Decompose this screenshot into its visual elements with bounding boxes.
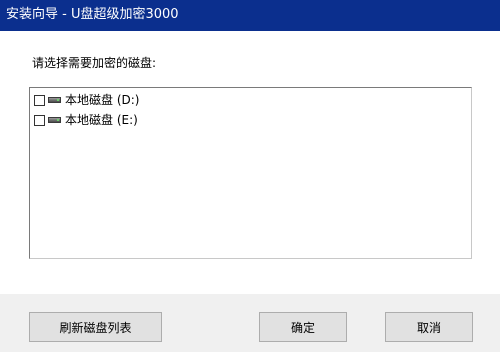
drive-item-d[interactable]: 本地磁盘 (D:) bbox=[34, 91, 139, 109]
hard-drive-icon bbox=[48, 97, 61, 103]
drive-list[interactable]: 本地磁盘 (D:) 本地磁盘 (E:) bbox=[29, 87, 472, 259]
cancel-button[interactable]: 取消 bbox=[385, 312, 473, 342]
button-bar: 刷新磁盘列表 确定 取消 bbox=[0, 294, 500, 352]
drive-label: 本地磁盘 (E:) bbox=[65, 113, 138, 127]
content-area: 请选择需要加密的磁盘: 本地磁盘 (D:) 本地磁盘 (E:) bbox=[0, 31, 500, 294]
ok-button[interactable]: 确定 bbox=[259, 312, 347, 342]
drive-d-checkbox[interactable] bbox=[34, 94, 45, 106]
drive-label: 本地磁盘 (D:) bbox=[65, 93, 140, 107]
drive-e-checkbox[interactable] bbox=[34, 114, 45, 126]
window-title: 安装向导 - U盘超级加密3000 bbox=[6, 7, 179, 22]
refresh-drives-button[interactable]: 刷新磁盘列表 bbox=[29, 312, 162, 342]
drive-item-e[interactable]: 本地磁盘 (E:) bbox=[34, 111, 138, 129]
hard-drive-icon bbox=[48, 117, 61, 123]
title-bar[interactable]: 安装向导 - U盘超级加密3000 bbox=[0, 0, 500, 31]
select-drive-prompt: 请选择需要加密的磁盘: bbox=[32, 56, 157, 70]
